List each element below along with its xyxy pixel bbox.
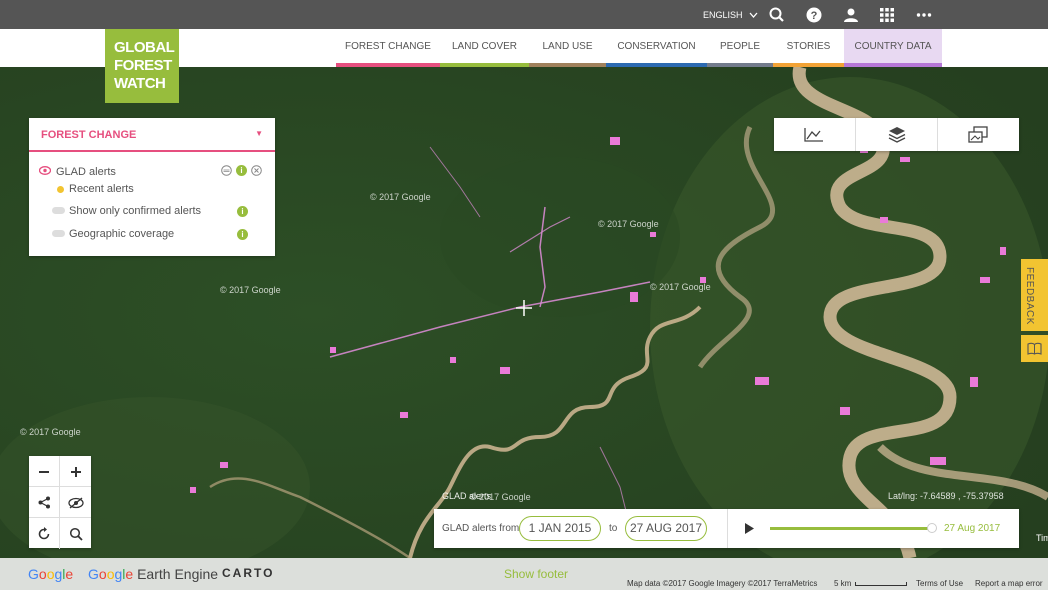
map-watermark: © 2017 Google [220,285,281,295]
scale-bar [855,582,907,586]
eye-slash-icon [67,497,84,509]
more-icon[interactable] [914,5,934,25]
nav-underline [707,63,773,67]
terms-link[interactable]: Terms of Use [916,579,963,588]
close-icon[interactable] [251,165,262,176]
nav-underline [606,63,707,67]
apps-grid-icon[interactable] [877,5,897,25]
nav-people[interactable]: PEOPLE [707,29,773,67]
nav-country-data[interactable]: COUNTRY DATA [844,29,942,67]
timeline-bar: GLAD alerts from 1 JAN 2015 to 27 AUG 20… [434,509,1019,548]
basemap-button[interactable] [938,118,1020,151]
refresh-icon [38,527,50,540]
legend-swatch [57,186,64,193]
share-icon [38,496,50,509]
map-watermark: © 2017 Google [598,219,659,229]
layers-icon [888,127,906,143]
language-label: ENGLISH [703,10,743,20]
feedback-label: FEEDBACK [1024,267,1035,325]
carto-logo: CARTO [222,566,275,580]
timeline-prefix: GLAD alerts from [442,523,520,534]
nav-underline [440,63,529,67]
info-icon[interactable]: i [237,206,248,217]
search-map-button[interactable] [60,518,91,549]
map-footer: Google Google Earth Engine CARTO Show fo… [0,558,1048,590]
legend-label: Recent alerts [69,183,134,195]
google-logo: Google [28,566,74,582]
map-watermark: © 2017 Google [650,282,711,292]
timeline-connector: to [609,523,618,534]
info-icon[interactable]: i [236,165,247,176]
latlng-readout: Lat/lng: -7.64589 , -75.37958 [888,491,1004,501]
map-tools [774,118,1019,151]
caret-down-icon[interactable]: ▼ [255,129,263,138]
minus-icon [39,471,49,473]
geographic-coverage-toggle[interactable] [52,230,65,237]
feedback-tab[interactable]: FEEDBACK [1021,259,1048,331]
guide-tab[interactable] [1021,335,1048,362]
forest-change-panel: FOREST CHANGE ▼ GLAD alerts i Recent ale… [29,118,275,256]
nav-conservation[interactable]: CONSERVATION [606,29,707,67]
timeline-handle[interactable] [927,523,937,533]
eye-icon[interactable] [39,166,51,175]
language-selector[interactable]: ENGLISH [703,10,758,20]
svg-text:?: ? [811,10,818,22]
basemap-icon [968,126,988,143]
share-button[interactable] [29,487,60,518]
analysis-button[interactable] [774,118,856,151]
reset-button[interactable] [29,518,60,549]
divider [727,509,728,548]
start-date-picker[interactable]: 1 JAN 2015 [519,516,601,541]
nav-underline [844,63,942,67]
panel-title: FOREST CHANGE [41,129,137,141]
help-icon[interactable]: ? [804,5,824,25]
crosshair-cursor-icon [516,300,532,316]
map-edge-text: Tim [1036,533,1048,543]
chevron-down-icon [749,12,758,18]
nav-underline [529,63,606,67]
report-error-link[interactable]: Report a map error [975,579,1043,588]
play-icon[interactable] [744,522,755,535]
nav-land-use[interactable]: LAND USE [529,29,606,67]
opacity-icon[interactable] [221,165,232,176]
nav-forest-change[interactable]: FOREST CHANGE [336,29,440,67]
hide-panels-button[interactable] [60,487,91,518]
confirmed-alerts-toggle[interactable] [52,207,65,214]
zoom-out-button[interactable] [29,456,60,487]
analysis-chart-icon [804,128,823,142]
plus-icon [70,467,81,477]
map-watermark: © 2017 Google [20,427,81,437]
nav-underline [336,63,440,67]
show-footer-link[interactable]: Show footer [504,567,568,581]
map-controls [29,456,91,549]
scale-label: 5 km [834,579,852,588]
layer-name: GLAD alerts [56,166,116,178]
current-date: 27 Aug 2017 [944,523,1001,534]
book-icon [1027,342,1042,355]
end-date-picker[interactable]: 27 AUG 2017 [625,516,707,541]
geographic-coverage-label: Geographic coverage [69,228,175,240]
gfw-logo[interactable]: GLOBAL FOREST WATCH [105,29,179,103]
user-icon[interactable] [841,5,861,25]
zoom-in-button[interactable] [60,456,91,487]
map-attribution: Map data ©2017 Google Imagery ©2017 Terr… [627,579,818,588]
nav-stories[interactable]: STORIES [773,29,844,67]
search-icon [69,527,83,541]
confirmed-alerts-label: Show only confirmed alerts [69,205,202,217]
panel-header[interactable]: FOREST CHANGE ▼ [29,118,275,152]
map-watermark: © 2017 Google [370,192,431,202]
map-layer-label: GLAD alerts [442,491,492,501]
earth-engine-logo: Google Earth Engine [88,566,219,582]
info-icon[interactable]: i [237,229,248,240]
top-utility-bar: ENGLISH ? [0,0,1048,29]
search-icon[interactable] [767,5,787,25]
nav-land-cover[interactable]: LAND COVER [440,29,529,67]
layers-button[interactable] [856,118,938,151]
timeline-track[interactable] [770,527,932,530]
nav-underline [773,63,844,67]
